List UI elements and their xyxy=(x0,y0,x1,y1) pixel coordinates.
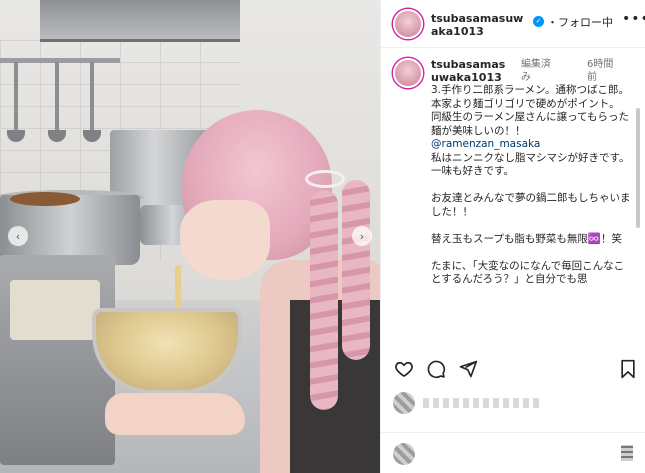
chashu-pork xyxy=(10,192,80,206)
blurred-text xyxy=(423,398,543,408)
comment-icon[interactable] xyxy=(425,358,447,380)
caption-text-part: 私はニンニクなし脂マシマシが好きです。一味も好きです。 お友達とみんなで夢の鍋二… xyxy=(431,151,631,286)
carousel-next-button[interactable]: › xyxy=(352,226,372,246)
action-bar xyxy=(381,356,645,384)
send-icon[interactable] xyxy=(457,358,479,380)
add-comment-bar xyxy=(381,432,645,473)
verified-badge-icon: ✓ xyxy=(533,16,544,27)
caption-text-part: 3.手作り二郎系ラーメン。通称つばこ郎。 本家より麺ゴリゴリで硬めがポイント。 … xyxy=(431,84,630,137)
braid xyxy=(310,190,338,410)
timestamp[interactable]: 6時間前 xyxy=(587,58,617,84)
chevron-right-icon: › xyxy=(359,229,365,243)
bookmark-icon[interactable] xyxy=(617,358,639,380)
post-header: tsubasamasuwaka1013 ✓ ・フォロー中 ••• xyxy=(381,0,645,48)
hand xyxy=(105,393,245,435)
ladle xyxy=(83,62,101,142)
tray-contents xyxy=(10,280,100,340)
ladle xyxy=(48,62,66,142)
caption-username[interactable]: tsubasamasuwaka1013 xyxy=(431,58,509,84)
header-username[interactable]: tsubasamasuwaka1013 xyxy=(431,12,527,38)
heart-icon[interactable] xyxy=(393,358,415,380)
blurred-icon xyxy=(621,445,633,461)
caption: tsubasamasuwaka1013 編集済み 6時間前 3.手作り二郎系ラー… xyxy=(381,48,645,350)
post-side-panel: tsubasamasuwaka1013 ✓ ・フォロー中 ••• tsubasa… xyxy=(380,0,645,473)
braid xyxy=(342,180,370,360)
face xyxy=(180,200,270,280)
carousel-prev-button[interactable]: ‹ xyxy=(8,226,28,246)
range-hood xyxy=(40,0,240,42)
blurred-avatar xyxy=(393,443,415,465)
likes-summary[interactable] xyxy=(393,392,593,416)
ladle xyxy=(7,62,25,142)
hair-ribbon xyxy=(305,170,345,188)
avatar[interactable] xyxy=(393,9,423,39)
utensil-rail xyxy=(0,58,120,63)
more-horizontal-icon[interactable]: ••• xyxy=(622,11,645,27)
mention-link[interactable]: @ramenzan_masaka xyxy=(431,138,540,150)
avatar[interactable] xyxy=(393,58,423,88)
caption-text: 3.手作り二郎系ラーメン。通称つばこ郎。 本家より麺ゴリゴリで硬めがポイント。 … xyxy=(431,84,631,287)
chevron-left-icon: ‹ xyxy=(15,229,21,243)
scrollbar[interactable] xyxy=(636,108,640,228)
blurred-avatar xyxy=(393,392,415,414)
following-button[interactable]: ・フォロー中 xyxy=(547,14,613,30)
post-photo[interactable]: ‹ › xyxy=(0,0,380,473)
edited-label: 編集済み xyxy=(521,59,551,83)
